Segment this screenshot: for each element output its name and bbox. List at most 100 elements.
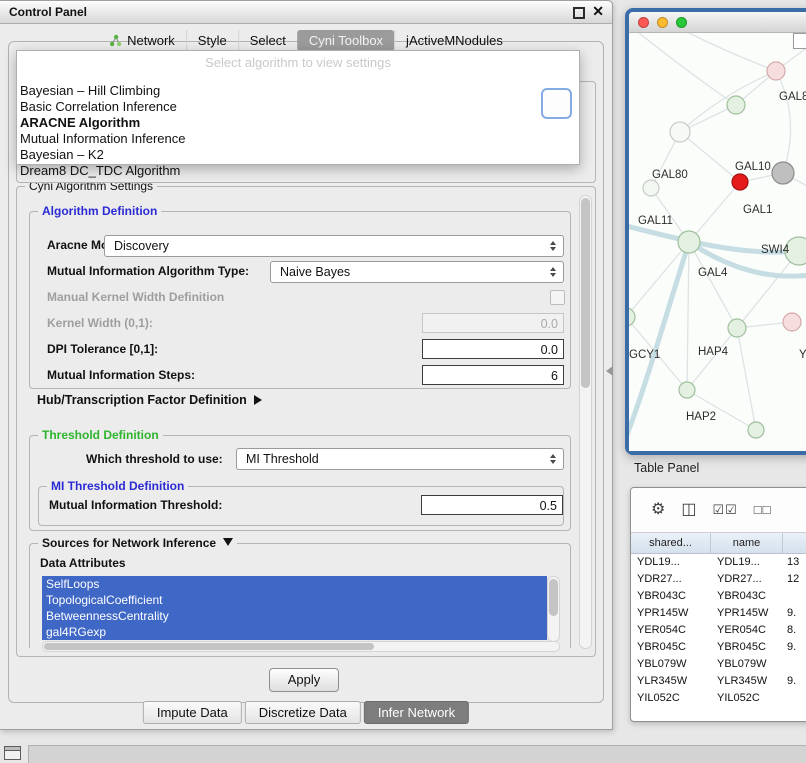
- select-all-icon[interactable]: ☑☑: [712, 502, 737, 518]
- table-row[interactable]: YLR345WYLR345W9.: [631, 673, 806, 690]
- network-edge: [776, 71, 791, 173]
- algorithm-option[interactable]: ARACNE Algorithm: [19, 115, 577, 131]
- network-node-label: GAL80: [652, 169, 688, 181]
- panel-divider-handle[interactable]: [606, 366, 613, 376]
- traffic-light-zoom[interactable]: [676, 17, 687, 28]
- tab-cyni-toolbox[interactable]: Cyni Toolbox: [297, 30, 394, 51]
- tab-discretize-data[interactable]: Discretize Data: [245, 701, 361, 724]
- float-window-button[interactable]: [573, 7, 585, 19]
- table-row[interactable]: YDL19...YDL19...13: [631, 554, 806, 571]
- network-node[interactable]: [727, 96, 745, 114]
- tab-style[interactable]: Style: [186, 30, 238, 51]
- mi-steps-field[interactable]: 6: [422, 365, 564, 385]
- attribute-item[interactable]: SelfLoops: [42, 576, 547, 592]
- manual-kernel-checkbox[interactable]: [550, 290, 565, 305]
- network-node-label: Y: [799, 349, 806, 361]
- hub-section-toggle[interactable]: Hub/Transcription Factor Definition: [37, 393, 262, 407]
- network-node[interactable]: [728, 319, 746, 337]
- table-cell: YLR345W: [631, 673, 711, 690]
- network-edge: [689, 33, 776, 71]
- network-node[interactable]: [670, 122, 690, 142]
- algorithm-option[interactable]: Basic Correlation Inference: [19, 99, 577, 115]
- tab-select[interactable]: Select: [238, 30, 297, 51]
- table-cell: [783, 588, 806, 605]
- algorithm-option[interactable]: Bayesian – Hill Climbing: [19, 83, 577, 99]
- network-icon: [109, 34, 122, 47]
- algorithm-popup-list: Bayesian – Hill ClimbingBasic Correlatio…: [19, 83, 577, 179]
- network-node[interactable]: [783, 313, 801, 331]
- network-window-titlebar: [629, 12, 806, 33]
- table-row[interactable]: YPR145WYPR145W9.: [631, 605, 806, 622]
- minimized-panel-icon[interactable]: [4, 746, 21, 760]
- table-row[interactable]: YDR27...YDR27...12: [631, 571, 806, 588]
- dpi-tolerance-field[interactable]: 0.0: [422, 339, 564, 359]
- network-node-label: GAL1: [743, 204, 772, 216]
- deselect-all-icon[interactable]: □□: [754, 502, 772, 518]
- table-cell: YPR145W: [631, 605, 711, 622]
- tab-network[interactable]: Network: [98, 30, 186, 51]
- aracne-mode-combobox[interactable]: Discovery: [104, 235, 564, 257]
- table-cell: 9.: [783, 673, 806, 690]
- mi-threshold-field[interactable]: 0.5: [421, 495, 563, 515]
- algorithm-option[interactable]: Dream8 DC_TDC Algorithm: [19, 163, 577, 179]
- table-cell: YDL19...: [631, 554, 711, 571]
- tab-bar: Network Style Select Cyni Toolbox jActiv…: [98, 30, 514, 51]
- network-node[interactable]: [643, 180, 659, 196]
- column-header[interactable]: [783, 533, 806, 553]
- traffic-light-close[interactable]: [638, 17, 649, 28]
- traffic-light-minimize[interactable]: [657, 17, 668, 28]
- mi-steps-label: Mutual Information Steps:: [47, 368, 195, 382]
- table-row[interactable]: YBL079WYBL079W: [631, 656, 806, 673]
- table-cell: 12: [783, 571, 806, 588]
- apply-button[interactable]: Apply: [269, 668, 339, 692]
- close-window-button[interactable]: ✕: [592, 3, 604, 20]
- table-cell: YDR27...: [711, 571, 783, 588]
- network-node[interactable]: [629, 308, 635, 326]
- network-node[interactable]: [748, 422, 764, 438]
- tab-jactivemnodules[interactable]: jActiveMNodules: [394, 30, 514, 51]
- network-node-label: GAL10: [735, 161, 771, 173]
- network-canvas[interactable]: GAL8GAL80GAL10GAL1GAL11SWI4GAL4GCY1HAP4Y…: [629, 33, 806, 451]
- expanded-arrow-icon: [223, 538, 233, 546]
- algorithm-option[interactable]: Mutual Information Inference: [19, 131, 577, 147]
- network-node[interactable]: [772, 162, 794, 184]
- table-row[interactable]: YIL052CYIL052C: [631, 690, 806, 707]
- table-panel-title: Table Panel: [634, 461, 699, 475]
- focused-toolbar-button[interactable]: [541, 88, 572, 119]
- gear-icon[interactable]: ⚙: [651, 502, 665, 518]
- table-cell: YBL079W: [711, 656, 783, 673]
- columns-icon[interactable]: ◫: [681, 502, 696, 518]
- tab-infer-network[interactable]: Infer Network: [364, 701, 469, 724]
- attribute-list-vscrollbar[interactable]: [547, 576, 560, 642]
- network-node[interactable]: [678, 231, 700, 253]
- attribute-item[interactable]: TopologicalCoefficient: [42, 592, 547, 608]
- algorithm-dropdown-popup: Select algorithm to view settings Bayesi…: [16, 50, 580, 165]
- network-node[interactable]: [767, 62, 785, 80]
- kernel-width-field[interactable]: 0.0: [422, 313, 564, 333]
- attribute-item[interactable]: gal4RGexp: [42, 624, 547, 640]
- network-overview-toggle[interactable]: [793, 33, 806, 49]
- table-cell: 9.: [783, 605, 806, 622]
- table-row[interactable]: YER054CYER054C8.: [631, 622, 806, 639]
- sources-toggle[interactable]: Sources for Network Inference: [38, 536, 237, 550]
- column-header[interactable]: name: [711, 533, 783, 553]
- table-row[interactable]: YBR043CYBR043C: [631, 588, 806, 605]
- column-header[interactable]: shared...: [631, 533, 711, 553]
- network-edge: [689, 182, 740, 242]
- which-threshold-combobox[interactable]: MI Threshold: [236, 448, 564, 470]
- network-node[interactable]: [679, 382, 695, 398]
- network-node[interactable]: [732, 174, 748, 190]
- settings-vscrollbar[interactable]: [579, 195, 592, 649]
- attribute-list-hscrollbar[interactable]: [42, 641, 560, 652]
- table-row[interactable]: YBR045CYBR045C9.: [631, 639, 806, 656]
- table-cell: YDL19...: [711, 554, 783, 571]
- algorithm-option[interactable]: Bayesian – K2: [19, 147, 577, 163]
- attribute-list: SelfLoopsTopologicalCoefficientBetweenne…: [42, 576, 547, 640]
- network-edge: [680, 132, 740, 182]
- attribute-item[interactable]: BetweennessCentrality: [42, 608, 547, 624]
- mi-type-combobox[interactable]: Naive Bayes: [270, 261, 564, 283]
- table-cell: 13: [783, 554, 806, 571]
- which-threshold-label: Which threshold to use:: [86, 452, 223, 466]
- tab-impute-data[interactable]: Impute Data: [143, 701, 242, 724]
- tab-label: Style: [198, 33, 227, 48]
